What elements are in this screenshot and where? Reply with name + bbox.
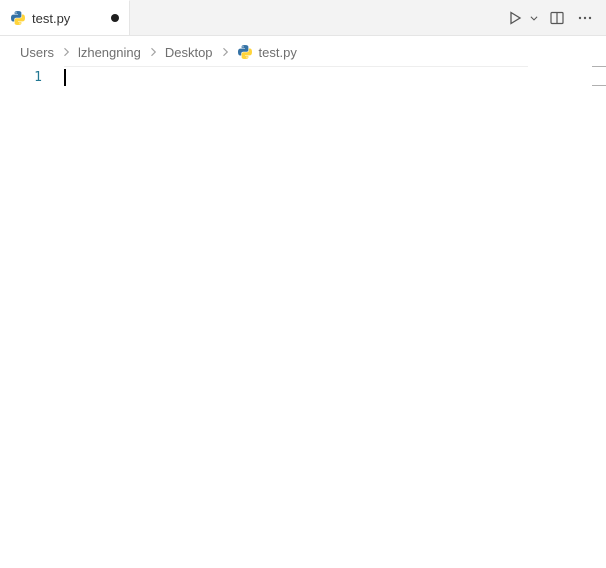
- minimap-slider[interactable]: [592, 66, 606, 86]
- run-button[interactable]: [502, 5, 528, 31]
- python-icon: [10, 10, 26, 26]
- tab-label: test.py: [32, 11, 70, 26]
- run-dropdown-button[interactable]: [526, 5, 542, 31]
- tab-bar: test.py: [0, 0, 606, 36]
- unsaved-indicator-icon: [111, 14, 119, 22]
- code-area[interactable]: [64, 66, 528, 568]
- breadcrumb-segment[interactable]: lzhengning: [78, 45, 141, 60]
- breadcrumb-segment[interactable]: Desktop: [165, 45, 213, 60]
- code-line: [64, 69, 528, 88]
- chevron-right-icon: [147, 46, 159, 58]
- chevron-right-icon: [219, 46, 231, 58]
- breadcrumb-file[interactable]: test.py: [237, 44, 297, 60]
- active-tab[interactable]: test.py: [0, 0, 130, 35]
- breadcrumbs: Users lzhengning Desktop test.py: [0, 36, 606, 66]
- text-cursor: [64, 69, 66, 86]
- python-icon: [237, 44, 253, 60]
- line-number: 1: [0, 68, 64, 87]
- chevron-right-icon: [60, 46, 72, 58]
- breadcrumb-segment[interactable]: Users: [20, 45, 54, 60]
- more-actions-button[interactable]: [572, 5, 598, 31]
- split-editor-button[interactable]: [544, 5, 570, 31]
- breadcrumb-file-label: test.py: [259, 45, 297, 60]
- editor[interactable]: 1: [0, 66, 606, 568]
- editor-actions: [494, 0, 606, 35]
- line-gutter: 1: [0, 66, 64, 568]
